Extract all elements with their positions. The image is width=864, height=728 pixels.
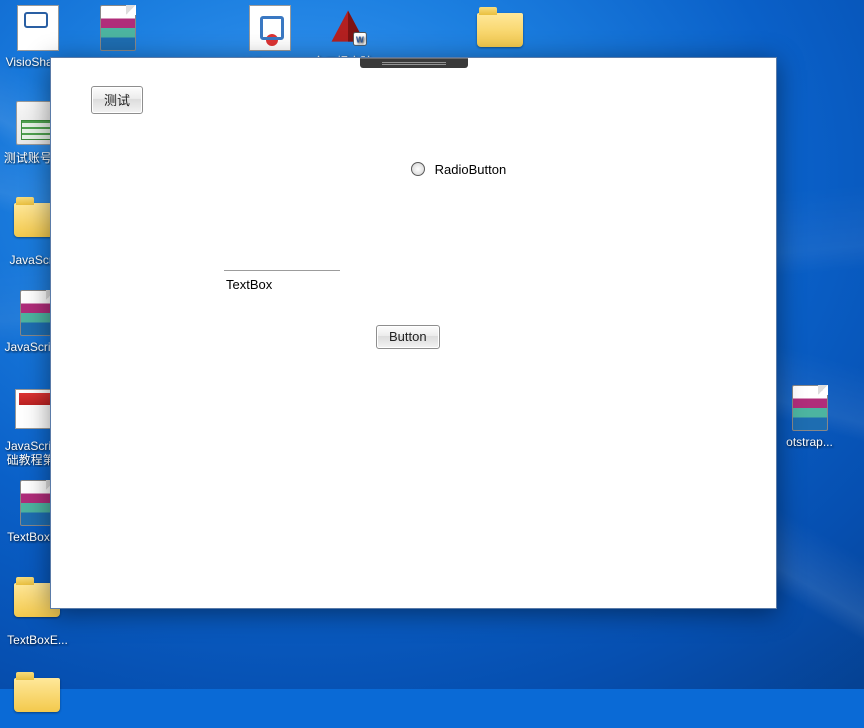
textbox[interactable]	[224, 270, 340, 293]
lice-icon	[246, 5, 294, 53]
desktop-icon-folder-r[interactable]	[0, 668, 75, 728]
radiobutton[interactable]: RadioButton	[411, 162, 506, 177]
rar-icon	[94, 5, 142, 53]
window-grip[interactable]	[360, 58, 468, 68]
textbox-underline	[224, 270, 340, 271]
test-button[interactable]: 测试	[91, 86, 143, 114]
vsd-icon	[14, 5, 62, 53]
main-button[interactable]: Button	[376, 325, 440, 349]
radio-icon	[411, 162, 425, 176]
folder-icon	[477, 13, 525, 61]
radiobutton-label: RadioButton	[435, 162, 507, 177]
autocad-icon: W	[324, 5, 372, 53]
rar-icon	[786, 385, 834, 433]
desktop-icon-bootstrap[interactable]: otstrap...	[772, 383, 847, 449]
folder-icon	[14, 678, 62, 726]
app-window: 测试 RadioButton Button	[50, 57, 777, 609]
desktop-icon-label: TextBoxE...	[0, 633, 75, 647]
desktop-icon-label: otstrap...	[772, 435, 847, 449]
svg-text:W: W	[356, 36, 364, 45]
textbox-input[interactable]	[224, 276, 344, 293]
